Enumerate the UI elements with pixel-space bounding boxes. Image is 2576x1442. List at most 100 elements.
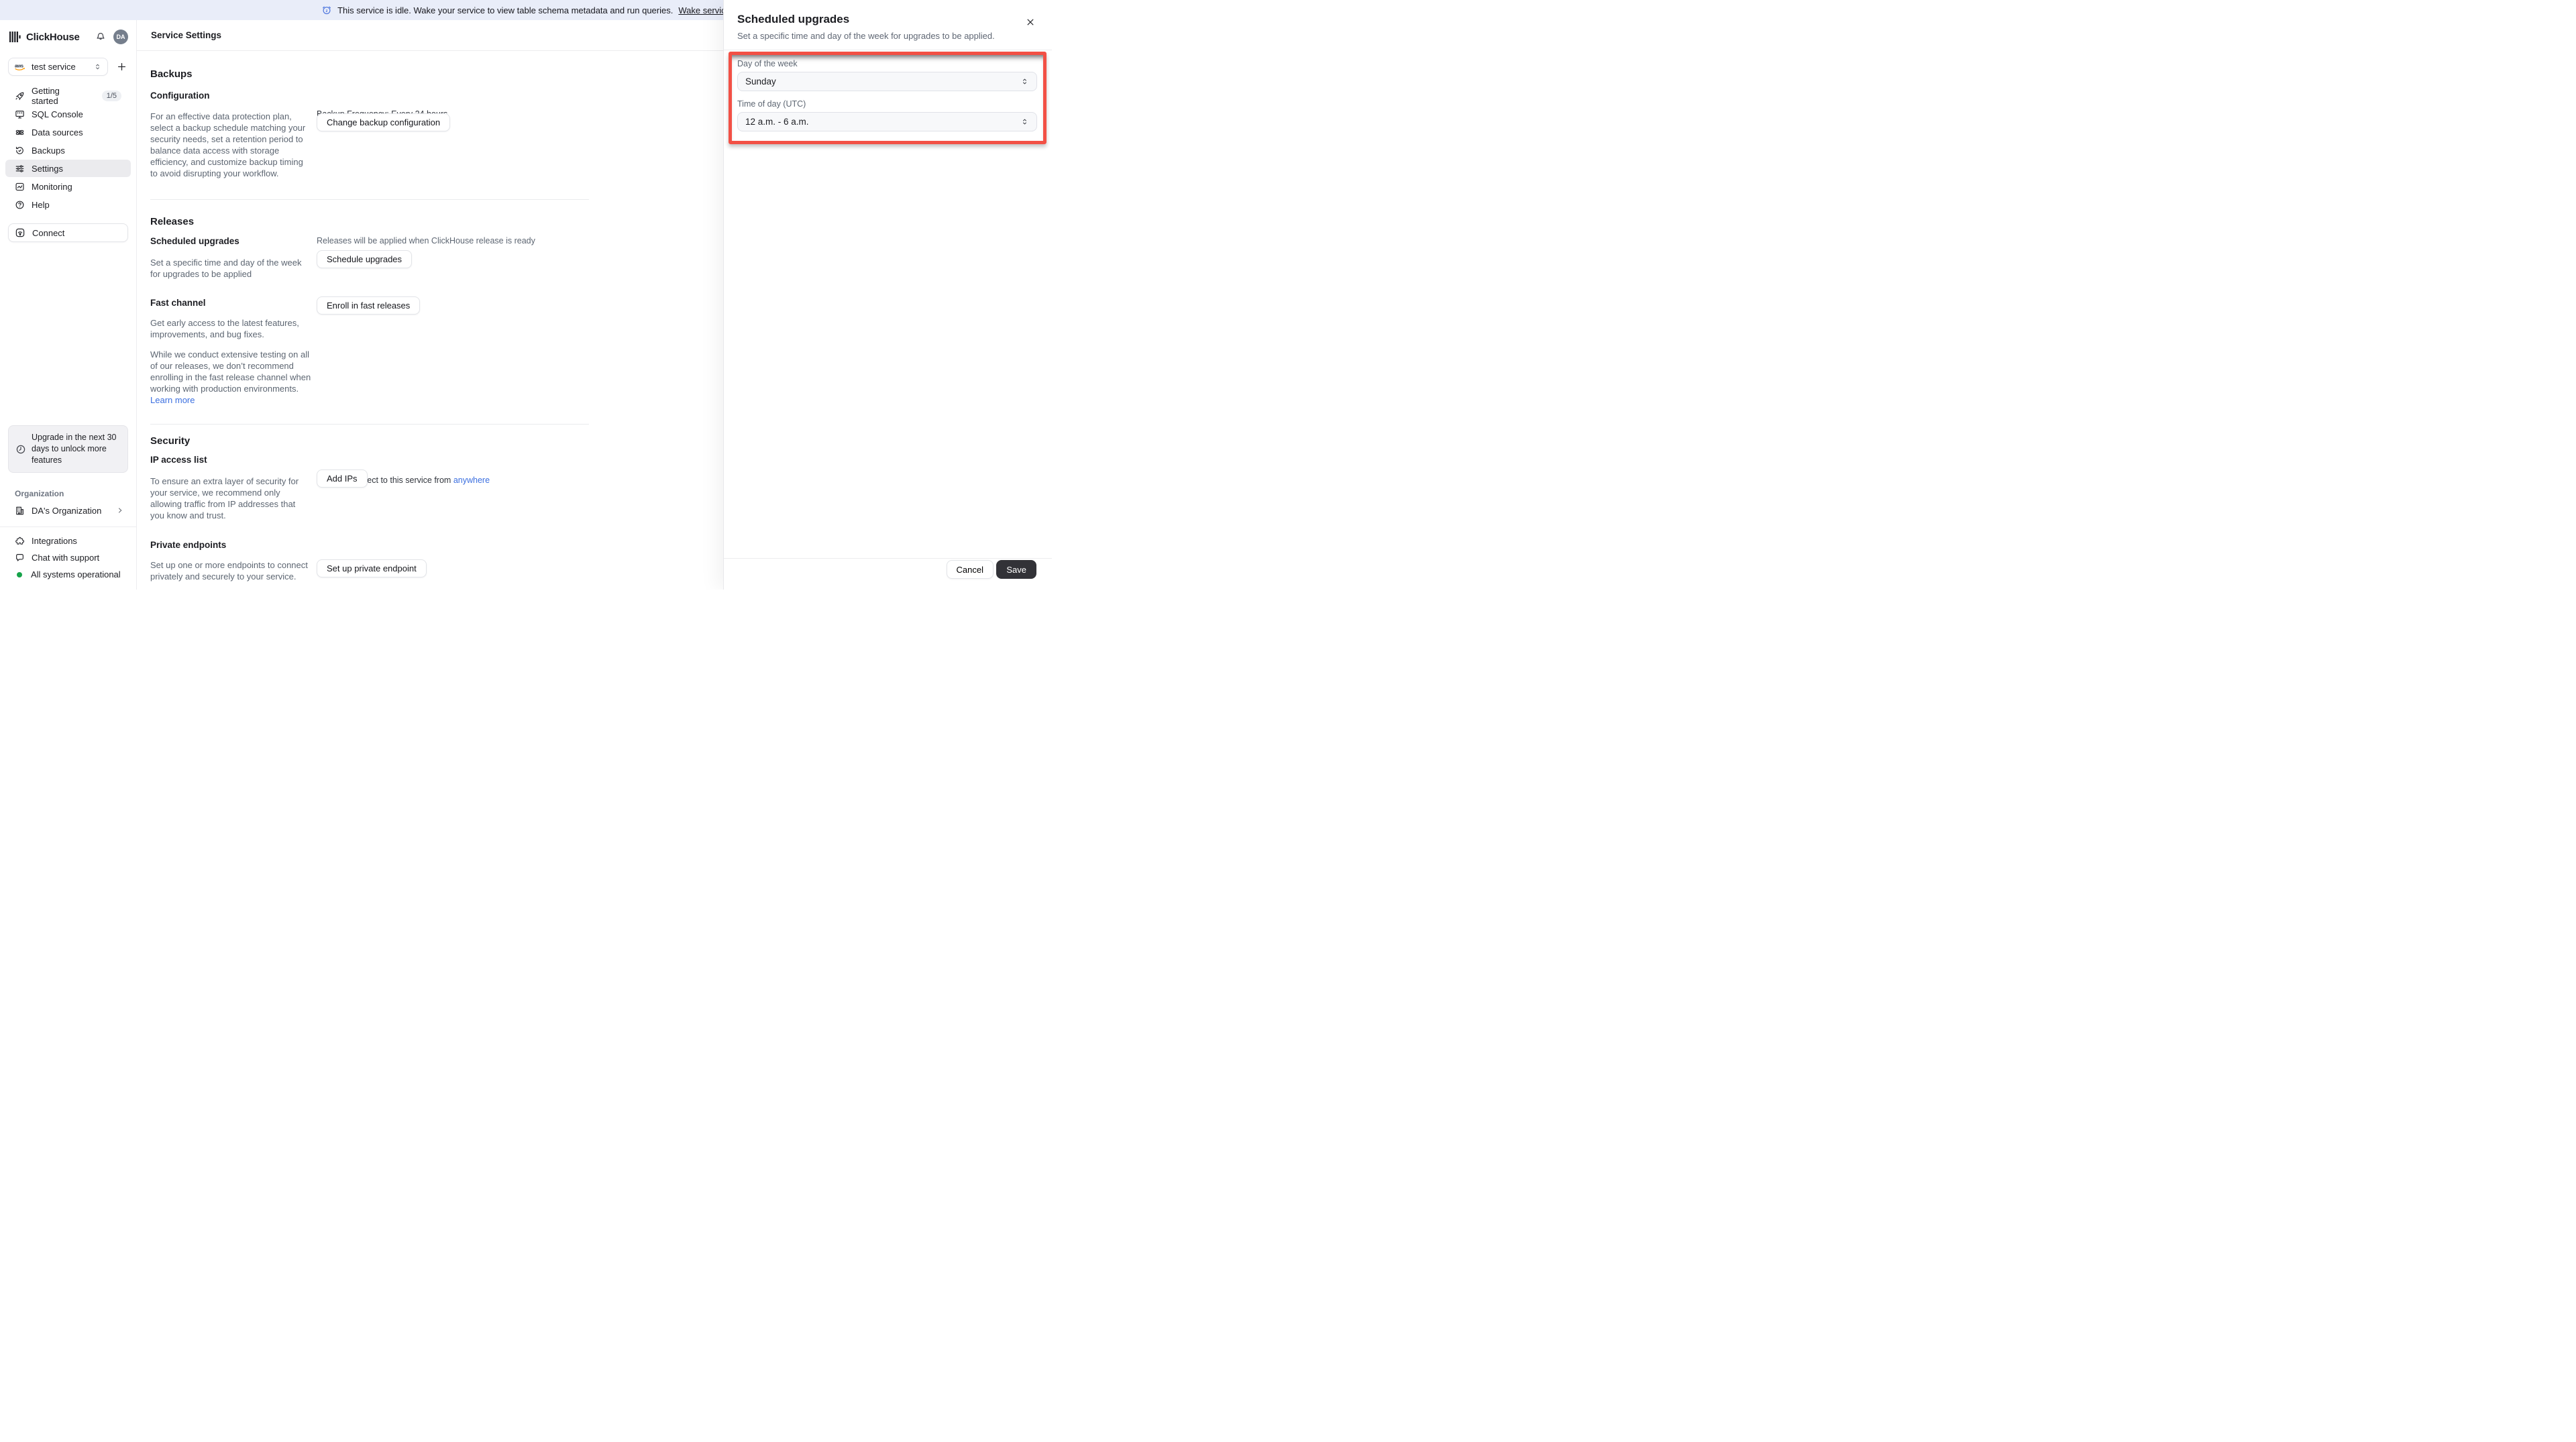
close-icon[interactable] — [1024, 15, 1037, 29]
sidebar-item-label: Data sources — [32, 127, 83, 137]
cancel-button[interactable]: Cancel — [946, 560, 994, 579]
scheduled-upgrades-panel: Scheduled upgrades Set a specific time a… — [723, 0, 1052, 590]
time-of-day-value: 12 a.m. - 6 a.m. — [745, 117, 809, 127]
sidebar-item-sql-console[interactable]: SQL Console — [5, 105, 131, 123]
sidebar-nav: Getting started 1/5 SQL Console Data sou… — [0, 86, 136, 214]
scheduled-upgrades-description: Set a specific time and day of the week … — [150, 258, 302, 279]
time-of-day-label: Time of day (UTC) — [737, 99, 806, 109]
private-endpoints-description: Set up one or more endpoints to connect … — [150, 560, 308, 581]
sidebar-item-help[interactable]: Help — [5, 196, 131, 213]
sidebar: ClickHouse DA aws test service Getting s… — [0, 20, 137, 590]
user-avatar[interactable]: DA — [113, 30, 128, 44]
connect-button[interactable]: Connect — [8, 223, 128, 242]
backups-description: For an effective data protection plan, s… — [150, 111, 306, 178]
backups-icon — [15, 146, 25, 156]
getting-started-progress-badge: 1/5 — [101, 91, 121, 101]
organization-selector[interactable]: DA's Organization — [5, 502, 131, 518]
system-status[interactable]: All systems operational — [0, 566, 136, 583]
service-selector-row: aws test service — [0, 51, 136, 81]
settings-sliders-icon — [15, 164, 25, 174]
releases-note: Releases will be applied when ClickHouse… — [317, 236, 535, 245]
help-icon — [15, 200, 25, 210]
chevron-up-down-icon — [1020, 117, 1029, 126]
data-sources-icon — [15, 127, 25, 137]
sidebar-item-data-sources[interactable]: Data sources — [5, 123, 131, 141]
puzzle-icon — [15, 536, 25, 546]
chat-support-label: Chat with support — [32, 553, 100, 563]
sidebar-item-label: SQL Console — [32, 109, 83, 119]
fast-channel-heading: Fast channel — [150, 298, 206, 308]
svg-text:aws: aws — [15, 63, 23, 69]
page-title: Service Settings — [151, 30, 222, 40]
day-of-week-label: Day of the week — [737, 59, 798, 68]
organization-section-label: Organization — [15, 489, 64, 498]
status-green-dot-icon — [17, 571, 22, 577]
day-of-week-select[interactable]: Sunday — [737, 72, 1037, 91]
sidebar-item-label: Help — [32, 199, 50, 210]
ip-access-list-heading: IP access list — [150, 455, 207, 465]
panel-title: Scheduled upgrades — [737, 13, 850, 25]
upgrade-notice[interactable]: Upgrade in the next 30 days to unlock mo… — [8, 425, 128, 473]
sidebar-item-integrations[interactable]: Integrations — [0, 533, 136, 549]
alarm-snooze-icon: z — [321, 5, 332, 15]
sidebar-item-getting-started[interactable]: Getting started 1/5 — [5, 86, 131, 106]
section-divider — [150, 424, 589, 425]
brand-name: ClickHouse — [26, 31, 80, 43]
panel-subtitle: Set a specific time and day of the week … — [737, 31, 995, 41]
chevron-up-down-icon — [93, 62, 102, 71]
anywhere-link[interactable]: anywhere — [453, 476, 490, 485]
scheduled-upgrades-heading: Scheduled upgrades — [150, 236, 239, 246]
sidebar-item-backups[interactable]: Backups — [5, 142, 131, 159]
save-button[interactable]: Save — [996, 560, 1036, 579]
status-label: All systems operational — [31, 569, 121, 579]
clickhouse-cloud-app: z This service is idle. Wake your servic… — [0, 0, 1052, 590]
change-backup-configuration-button[interactable]: Change backup configuration — [317, 113, 451, 131]
add-service-button[interactable] — [113, 59, 129, 75]
clickhouse-logo-icon — [9, 32, 21, 42]
service-selector-value: test service — [32, 62, 76, 72]
svg-text:z: z — [326, 9, 328, 13]
brand[interactable]: ClickHouse DA — [0, 20, 136, 51]
fast-channel-p2: While we conduct extensive testing on al… — [150, 349, 311, 405]
service-selector[interactable]: aws test service — [8, 58, 108, 76]
clock-icon — [15, 444, 26, 455]
sidebar-item-label: Backups — [32, 145, 65, 156]
fast-channel-p1: Get early access to the latest features,… — [150, 318, 299, 339]
notifications-bell-icon[interactable] — [93, 30, 108, 44]
sidebar-item-monitoring[interactable]: Monitoring — [5, 178, 131, 195]
day-of-week-value: Sunday — [745, 76, 776, 87]
connect-label: Connect — [32, 227, 65, 238]
sidebar-item-label: Getting started — [32, 86, 60, 106]
upgrade-notice-text: Upgrade in the next 30 days to unlock mo… — [32, 433, 117, 465]
panel-footer-divider — [724, 558, 1052, 559]
banner-text: This service is idle. Wake your service … — [337, 5, 674, 15]
schedule-upgrades-button[interactable]: Schedule upgrades — [317, 250, 413, 268]
chat-bubble-icon — [15, 553, 25, 563]
time-of-day-select[interactable]: 12 a.m. - 6 a.m. — [737, 112, 1037, 131]
sidebar-item-label: Settings — [32, 163, 63, 174]
organization-name: DA's Organization — [32, 505, 102, 516]
sidebar-divider — [0, 526, 136, 527]
setup-private-endpoint-button[interactable]: Set up private endpoint — [317, 559, 427, 577]
ip-access-description: To ensure an extra layer of security for… — [150, 476, 299, 520]
enroll-fast-releases-button[interactable]: Enroll in fast releases — [317, 296, 421, 315]
sidebar-item-label: Monitoring — [32, 181, 72, 192]
aws-logo-icon: aws — [14, 62, 27, 71]
sql-console-icon — [15, 109, 25, 119]
sidebar-item-settings[interactable]: Settings — [5, 160, 131, 177]
monitoring-icon — [15, 182, 25, 192]
chevron-right-icon — [116, 506, 124, 514]
connect-icon — [15, 227, 25, 238]
building-icon — [15, 506, 25, 516]
rocket-icon — [15, 91, 25, 101]
learn-more-link[interactable]: Learn more — [150, 395, 195, 405]
integrations-label: Integrations — [32, 536, 77, 546]
releases-heading: Releases — [150, 216, 195, 227]
main-content: Service Settings Backups Configuration B… — [137, 20, 723, 590]
configuration-heading: Configuration — [150, 91, 210, 101]
sidebar-item-chat-support[interactable]: Chat with support — [0, 549, 136, 566]
section-divider — [150, 199, 589, 200]
main-header: Service Settings — [137, 20, 723, 51]
backups-heading: Backups — [150, 68, 193, 80]
add-ips-button[interactable]: Add IPs — [317, 469, 368, 488]
